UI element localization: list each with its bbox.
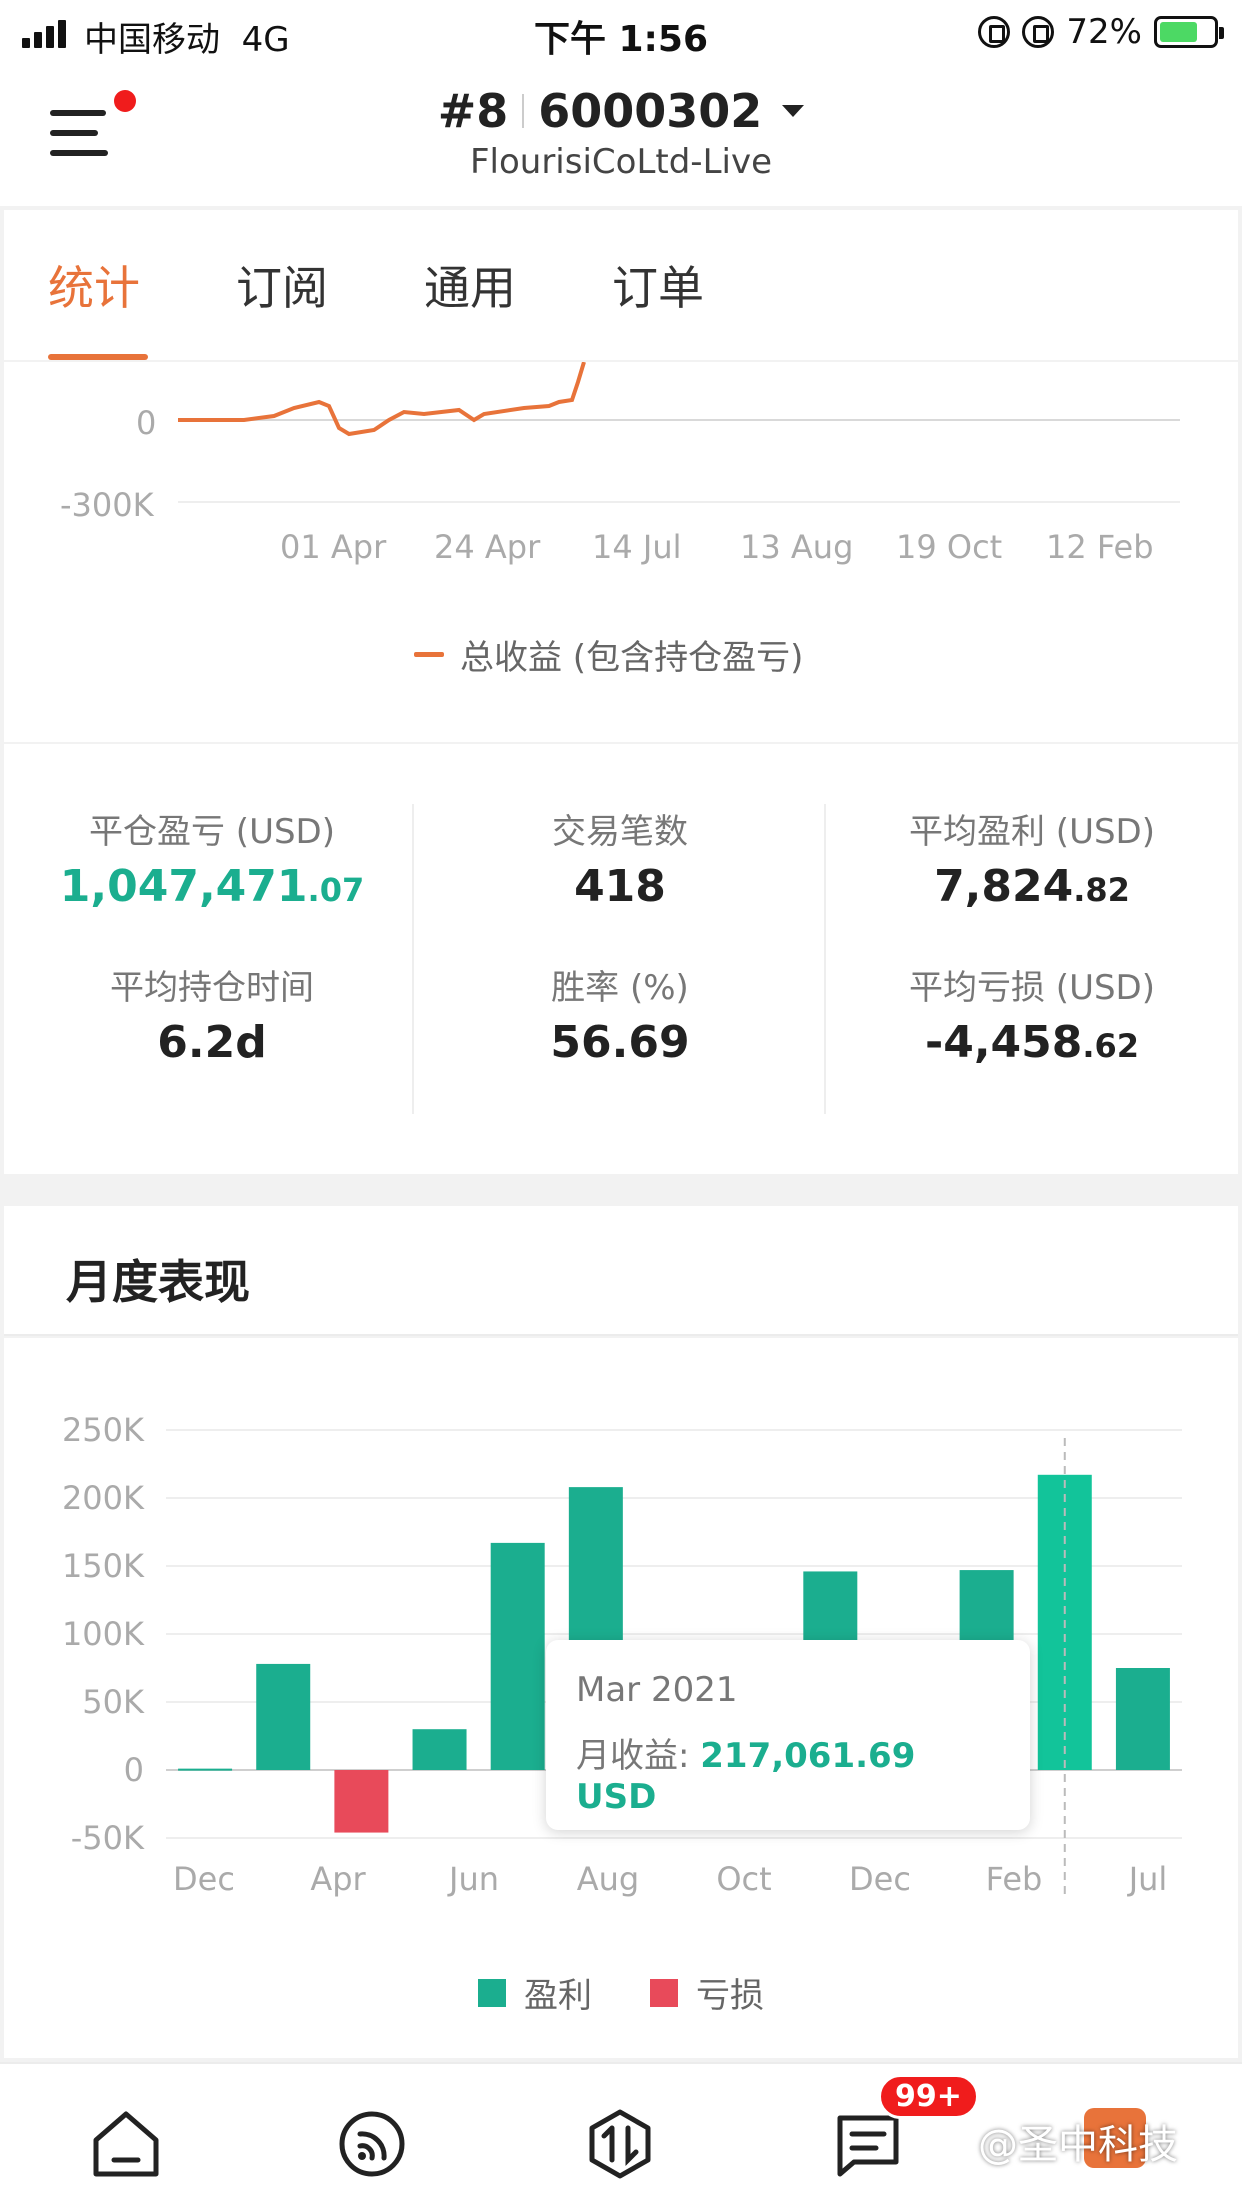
y-tick-label: 150K	[62, 1547, 145, 1585]
y-tick-label: 100K	[62, 1615, 145, 1653]
tooltip-label: 月收益:	[576, 1736, 701, 1776]
line-legend[interactable]: 总收益 (包含持仓盈亏)	[414, 630, 803, 679]
loss-bar[interactable]	[334, 1770, 389, 1833]
stat-avg-loss: 平均亏损 (USD) -4,458.62	[909, 968, 1155, 1068]
legend-swatch	[414, 652, 444, 657]
app-header: #8 6000302 FlourisiCoLtd-Live	[0, 66, 1242, 206]
x-tick-label: Aug	[577, 1860, 639, 1898]
monthly-section-header: 月度表现	[4, 1206, 1238, 1336]
profit-bar[interactable]	[178, 1768, 233, 1771]
stat-win-rate: 胜率 (%) 56.69	[550, 968, 690, 1068]
x-tick-label: Jun	[447, 1860, 499, 1898]
stat-trade-count: 交易笔数 418	[552, 812, 688, 912]
battery-percent: 72%	[1066, 12, 1142, 52]
bar-legend: 盈利 亏损	[0, 1968, 1242, 2017]
x-tick-label: Dec	[173, 1860, 235, 1898]
x-tick: 19 Oct	[896, 528, 1003, 566]
profit-bar[interactable]	[1115, 1668, 1170, 1770]
profit-bar[interactable]	[412, 1729, 467, 1770]
account-number: 6000302	[538, 84, 763, 138]
y-tick-label: 250K	[62, 1411, 145, 1449]
legend-loss[interactable]: 亏损	[650, 1968, 764, 2017]
y-tick-label: 50K	[82, 1683, 145, 1721]
home-icon[interactable]	[86, 2104, 166, 2184]
equity-line-chart: 0 -300K 01 Apr 24 Apr 14 Jul 13 Aug 19 O…	[4, 362, 1238, 742]
x-tick: 13 Aug	[740, 528, 854, 566]
stat-avg-profit: 平均盈利 (USD) 7,824.82	[909, 812, 1155, 912]
stat-avg-hold-time: 平均持仓时间 6.2d	[110, 968, 314, 1068]
broker-name: FlourisiCoLtd-Live	[469, 142, 773, 182]
trade-icon[interactable]	[580, 2104, 660, 2184]
x-tick-label: Dec	[849, 1860, 911, 1898]
tooltip-title: Mar 2021	[576, 1670, 738, 1710]
y-tick-label: -50K	[71, 1819, 145, 1857]
legend-profit[interactable]: 盈利	[478, 1968, 592, 2017]
x-tick-label: Oct	[716, 1860, 771, 1898]
x-tick-label: Jul	[1127, 1860, 1168, 1898]
caret-down-icon[interactable]	[782, 105, 805, 117]
tab-subscription[interactable]: 订阅	[236, 252, 328, 318]
x-tick-label: Apr	[310, 1860, 366, 1898]
y-tick-label: 0	[124, 1751, 144, 1789]
chart-tooltip: Mar 2021 月收益: 217,061.69 USD	[546, 1640, 1030, 1830]
x-tick-label: Feb	[986, 1860, 1043, 1898]
profit-bar[interactable]	[490, 1542, 545, 1770]
x-tick: 12 Feb	[1046, 528, 1154, 566]
y-tick-label: 200K	[62, 1479, 145, 1517]
stat-closed-pnl: 平仓盈亏 (USD) 1,047,471.07	[59, 812, 365, 912]
orientation-lock-icon	[978, 16, 1011, 48]
x-tick: 01 Apr	[280, 528, 387, 566]
watermark: @圣中科技	[978, 2122, 1178, 2168]
active-tab-indicator	[48, 354, 148, 360]
alarm-icon	[1022, 16, 1055, 48]
total-return-line	[178, 362, 586, 437]
tab-statistics[interactable]: 统计	[48, 252, 140, 318]
account-index: #8	[437, 84, 509, 138]
section-title: 月度表现	[66, 1255, 250, 1309]
x-tick: 24 Apr	[434, 528, 541, 566]
status-bar: 中国移动 4G 下午 1:56 72%	[0, 0, 1242, 66]
x-tick: 14 Jul	[592, 528, 682, 566]
tab-orders[interactable]: 订单	[612, 252, 704, 318]
signal-feed-icon[interactable]	[332, 2104, 412, 2184]
tab-general[interactable]: 通用	[424, 252, 516, 318]
stats-panel: 平仓盈亏 (USD) 1,047,471.07 交易笔数 418 平均盈利 (U…	[4, 744, 1238, 1174]
tab-bar: 统计 订阅 通用 订单	[4, 210, 1238, 360]
profit-bar[interactable]	[256, 1663, 311, 1770]
battery-icon	[1154, 16, 1224, 48]
legend-label: 总收益 (包含持仓盈亏)	[460, 638, 804, 678]
message-badge: 99+	[878, 2074, 979, 2119]
account-selector[interactable]: #8 6000302 FlourisiCoLtd-Live	[0, 84, 1242, 182]
